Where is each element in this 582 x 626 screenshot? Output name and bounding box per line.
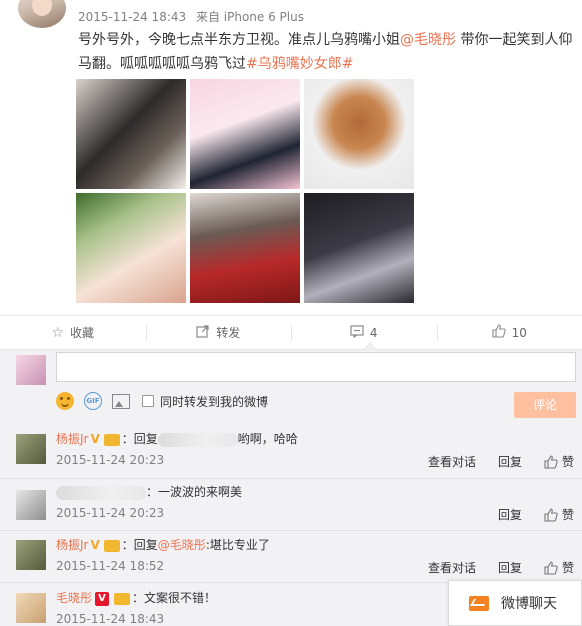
forward-button[interactable]: 转发	[145, 316, 292, 349]
post-avatar[interactable]	[18, 0, 66, 28]
comment-row: ：一波波的来啊美 2015-11-24 20:23 回复 赞	[0, 479, 582, 531]
photo-thumbnail-5[interactable]	[190, 193, 300, 303]
post-meta: 2015-11-24 18:43 来自 iPhone 6 Plus	[78, 8, 310, 25]
comment-body: 杨振Jr V ：回复 哟啊，哈哈	[56, 430, 298, 448]
favorite-button[interactable]: ☆ 收藏	[0, 316, 146, 349]
comment-row: 杨振Jr V ：回复@毛晓彤:堪比专业了 2015-11-24 18:52 查看对话…	[0, 531, 582, 583]
emoji-icon[interactable]	[56, 392, 74, 410]
reply-link[interactable]: 回复	[498, 453, 522, 470]
vip-badge-icon	[103, 433, 120, 446]
comment-reply-prefix: ：回复	[121, 432, 158, 446]
reply-link[interactable]: 回复	[498, 559, 522, 576]
comment-input[interactable]	[56, 352, 576, 382]
comment-time: 2015-11-24 18:43	[56, 612, 165, 626]
like-label: 赞	[561, 455, 574, 469]
post-source[interactable]: 来自 iPhone 6 Plus	[196, 10, 304, 24]
comment-body: ：一波波的来啊美	[56, 483, 242, 501]
comment-text: ：一波波的来啊美	[146, 485, 243, 499]
comment-like-button[interactable]: 赞	[544, 559, 574, 576]
like-label: 赞	[561, 561, 574, 575]
blurred-text	[157, 432, 238, 447]
current-user-avatar	[16, 355, 46, 385]
comment-avatar[interactable]	[16, 540, 46, 570]
like-label: 赞	[561, 508, 574, 522]
comment-body: 杨振Jr V ：回复@毛晓彤:堪比专业了	[56, 536, 270, 554]
forward-label: 转发	[216, 326, 241, 340]
comment-reply-prefix: ：回复	[121, 538, 158, 552]
post-mention-link[interactable]: @毛晓彤	[400, 32, 456, 48]
comment-like-button[interactable]: 赞	[544, 506, 574, 523]
comment-avatar[interactable]	[16, 593, 46, 623]
thumbs-up-icon	[544, 507, 558, 522]
thumbs-up-icon	[544, 454, 558, 469]
verified-badge-icon: V	[90, 432, 100, 446]
forward-icon	[196, 324, 210, 341]
like-count: 10	[511, 325, 527, 340]
comment-row: 杨振Jr V ：回复 哟啊，哈哈 2015-11-24 20:23 查看对话 回复 赞	[0, 427, 582, 479]
vip-badge-icon	[103, 539, 120, 552]
comment-time: 2015-11-24 20:23	[56, 506, 165, 520]
comment-username[interactable]: 毛晓彤	[56, 591, 92, 605]
comment-actions: 回复 赞	[476, 506, 574, 523]
reply-link[interactable]: 回复	[498, 506, 522, 523]
submit-comment-button[interactable]: 评论	[514, 392, 576, 418]
comment-count: 4	[369, 325, 378, 340]
thumbs-up-icon	[544, 560, 558, 575]
verified-badge-icon: V	[95, 591, 110, 606]
comment-text: :堪比专业了	[205, 538, 270, 552]
photo-thumbnail-1[interactable]	[76, 79, 186, 189]
weibo-chat-button[interactable]: 微博聊天	[448, 580, 582, 626]
comment-username[interactable]: 杨振Jr	[56, 538, 88, 552]
verified-badge-icon: V	[90, 538, 100, 552]
comment-text: 哟啊，哈哈	[237, 432, 298, 446]
comment-actions: 查看对话 回复 赞	[406, 559, 574, 576]
photo-grid	[76, 79, 416, 303]
post-action-bar: ☆ 收藏 转发 4 10	[0, 315, 582, 349]
comment-avatar[interactable]	[16, 434, 46, 464]
chat-icon	[469, 595, 489, 611]
comment-avatar[interactable]	[16, 490, 46, 520]
post-timestamp[interactable]: 2015-11-24 18:43	[78, 10, 186, 24]
photo-thumbnail-3[interactable]	[304, 79, 414, 189]
weibo-chat-label: 微博聊天	[501, 596, 557, 612]
photo-thumbnail-2[interactable]	[190, 79, 300, 189]
forward-checkbox-label: 同时转发到我的微博	[160, 394, 269, 409]
comment-icon	[350, 324, 364, 341]
image-icon[interactable]	[112, 393, 130, 409]
post-text-part1: 号外号外，今晚七点半东方卫视。准点儿乌鸦嘴小姐	[78, 32, 400, 48]
gif-icon[interactable]: GIF	[84, 392, 102, 410]
comment-body: 毛晓彤 V ：文案很不错！	[56, 589, 216, 607]
post-text: 号外号外，今晚七点半东方卫视。准点儿乌鸦嘴小姐@毛晓彤 带你一起笑到人仰马翻。呱…	[78, 28, 574, 76]
star-icon: ☆	[51, 324, 65, 341]
post-topic-link[interactable]: #乌鸦嘴妙女郎#	[246, 56, 353, 72]
comment-caret	[364, 342, 376, 350]
comment-time: 2015-11-24 18:52	[56, 559, 165, 573]
comment-mention-link[interactable]: @毛晓彤	[158, 538, 206, 552]
comment-username[interactable]: 杨振Jr	[56, 432, 88, 446]
blurred-username	[56, 485, 146, 500]
photo-thumbnail-4[interactable]	[76, 193, 186, 303]
comment-actions: 查看对话 回复 赞	[406, 453, 574, 470]
comment-text: ：文案很不错！	[132, 591, 217, 605]
like-button[interactable]: 10	[436, 316, 582, 349]
comment-time: 2015-11-24 20:23	[56, 453, 165, 467]
photo-thumbnail-6[interactable]	[304, 193, 414, 303]
thumbs-up-icon	[492, 324, 506, 341]
comment-toolbar: GIF 同时转发到我的微博	[56, 392, 268, 410]
comment-like-button[interactable]: 赞	[544, 453, 574, 470]
view-conversation-link[interactable]: 查看对话	[428, 559, 476, 576]
favorite-label: 收藏	[70, 326, 95, 340]
view-conversation-link[interactable]: 查看对话	[428, 453, 476, 470]
vip-badge-icon	[114, 592, 131, 605]
forward-checkbox[interactable]	[142, 395, 154, 407]
